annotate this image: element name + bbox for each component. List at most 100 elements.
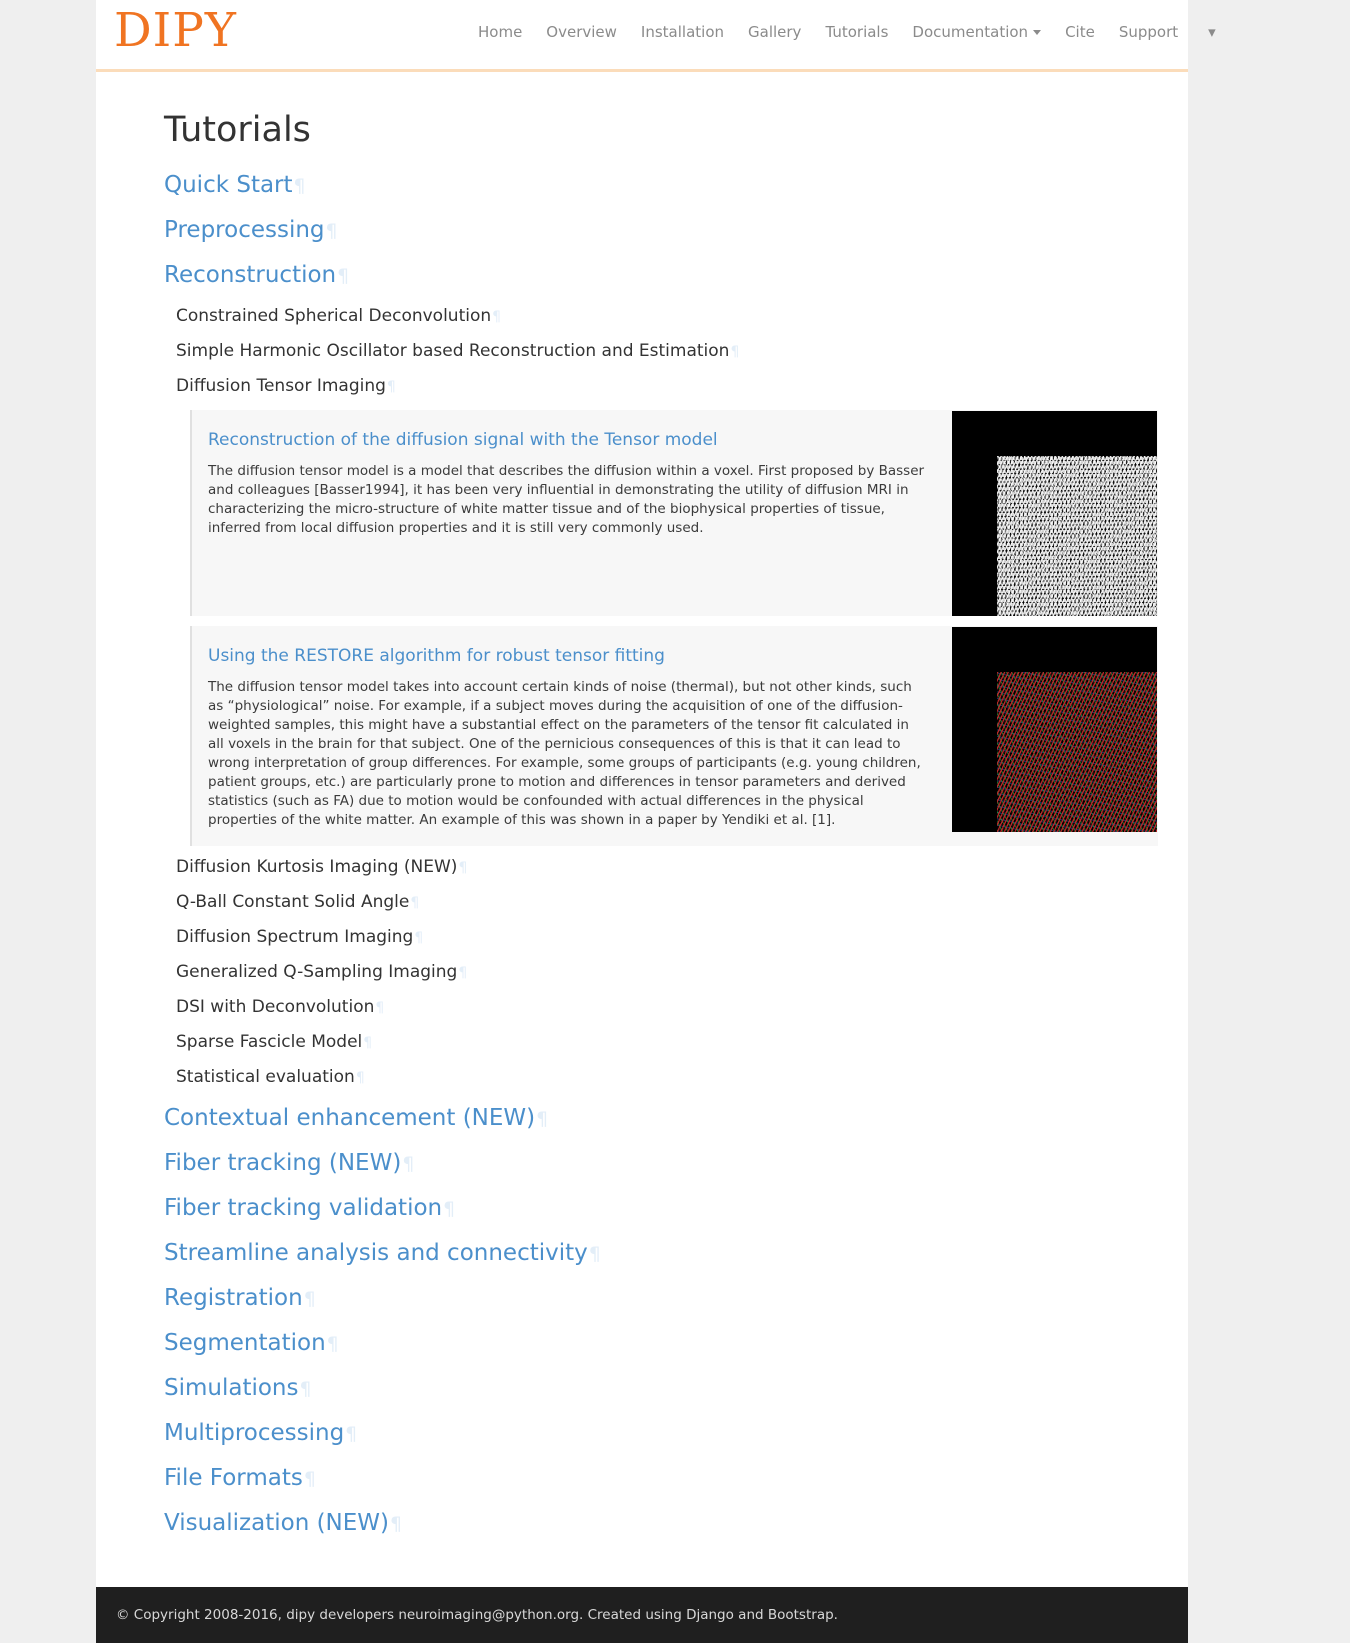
thumbnail-glyph-field (997, 672, 1157, 832)
anchor-pilcrow-icon[interactable]: ¶ (374, 1000, 384, 1016)
section-link-preprocessing[interactable]: Preprocessing¶ (164, 215, 1158, 246)
reconstruction-sublist-top: Constrained Spherical Deconvolution¶ Sim… (164, 305, 1158, 398)
section-label: Simulations (164, 1375, 299, 1401)
subsection-label: Generalized Q-Sampling Imaging (176, 962, 458, 982)
footer-copyright-text: © Copyright 2008-2016, dipy developers n… (116, 1607, 838, 1623)
anchor-pilcrow-icon[interactable]: ¶ (299, 1378, 312, 1400)
subsection-link-generalized-q-sampling-imaging[interactable]: Generalized Q-Sampling Imaging¶ (176, 961, 1158, 984)
nav-item-gallery[interactable]: Gallery (736, 22, 813, 42)
section-link-quick-start[interactable]: Quick Start¶ (164, 170, 1158, 201)
gallery-card-title[interactable]: Reconstruction of the diffusion signal w… (208, 428, 718, 452)
section-link-contextual-enhancement[interactable]: Contextual enhancement (NEW)¶ (164, 1103, 1158, 1134)
subsection-label: Sparse Fascicle Model (176, 1032, 363, 1052)
thumbnail-glyph-field (997, 456, 1157, 616)
anchor-pilcrow-icon[interactable]: ¶ (344, 1423, 357, 1445)
subsection-label: Simple Harmonic Oscillator based Reconst… (176, 341, 730, 361)
section-label: Streamline analysis and connectivity (164, 1240, 588, 1266)
subsection-link-sparse-fascicle-model[interactable]: Sparse Fascicle Model¶ (176, 1031, 1158, 1054)
content-inner: Tutorials Quick Start¶ Preprocessing¶ Re… (164, 108, 1158, 1539)
section-link-simulations[interactable]: Simulations¶ (164, 1373, 1158, 1404)
chevron-down-icon (1033, 30, 1042, 35)
nav-item-tutorials[interactable]: Tutorials (813, 22, 900, 42)
subsection-label: Constrained Spherical Deconvolution (176, 306, 492, 326)
nav-overflow-caret-icon[interactable]: ▾ (1200, 22, 1224, 42)
anchor-pilcrow-icon[interactable]: ¶ (326, 1333, 339, 1355)
section-link-fiber-tracking[interactable]: Fiber tracking (NEW)¶ (164, 1148, 1158, 1179)
section-link-fiber-tracking-validation[interactable]: Fiber tracking validation¶ (164, 1193, 1158, 1224)
nav-item-installation[interactable]: Installation (629, 22, 736, 42)
anchor-pilcrow-icon[interactable]: ¶ (362, 1035, 372, 1051)
anchor-pilcrow-icon[interactable]: ¶ (588, 1243, 601, 1265)
section-label: File Formats (164, 1465, 303, 1491)
anchor-pilcrow-icon[interactable]: ¶ (491, 309, 501, 325)
section-link-multiprocessing[interactable]: Multiprocessing¶ (164, 1418, 1158, 1449)
nav-item-documentation-label: Documentation (912, 23, 1029, 41)
gallery-card-thumbnail-tensor-ellipsoid-field-color[interactable] (952, 627, 1157, 832)
anchor-pilcrow-icon[interactable]: ¶ (336, 265, 349, 287)
section-link-registration[interactable]: Registration¶ (164, 1283, 1158, 1314)
anchor-pilcrow-icon[interactable]: ¶ (389, 1513, 402, 1535)
subsection-link-simple-harmonic-oscillator[interactable]: Simple Harmonic Oscillator based Reconst… (176, 340, 1158, 363)
anchor-pilcrow-icon[interactable]: ¶ (386, 379, 396, 395)
anchor-pilcrow-icon[interactable]: ¶ (303, 1468, 316, 1490)
nav-item-documentation[interactable]: Documentation (900, 22, 1053, 42)
anchor-pilcrow-icon[interactable]: ¶ (413, 930, 423, 946)
anchor-pilcrow-icon[interactable]: ¶ (303, 1288, 316, 1310)
anchor-pilcrow-icon[interactable]: ¶ (409, 895, 419, 911)
anchor-pilcrow-icon[interactable]: ¶ (442, 1198, 455, 1220)
section-link-streamline-analysis-and-connectivity[interactable]: Streamline analysis and connectivity¶ (164, 1238, 1158, 1269)
brand-logo-dipy[interactable]: DIPY (114, 2, 237, 60)
section-label: Fiber tracking validation (164, 1195, 443, 1221)
subsection-label: Diffusion Kurtosis Imaging (NEW) (176, 857, 458, 877)
section-label: Contextual enhancement (NEW) (164, 1105, 536, 1131)
anchor-pilcrow-icon[interactable]: ¶ (457, 965, 467, 981)
top-navigation-bar: DIPY Home Overview Installation Gallery … (96, 0, 1216, 72)
section-label: Registration (164, 1285, 303, 1311)
nav-item-overview[interactable]: Overview (534, 22, 629, 42)
gallery-card-description: The diffusion tensor model is a model th… (208, 463, 925, 536)
section-label: Preprocessing (164, 217, 325, 243)
section-label: Multiprocessing (164, 1420, 345, 1446)
subsection-link-constrained-spherical-deconvolution[interactable]: Constrained Spherical Deconvolution¶ (176, 305, 1158, 328)
gallery-card[interactable]: Using the RESTORE algorithm for robust t… (190, 626, 1158, 846)
anchor-pilcrow-icon[interactable]: ¶ (401, 1153, 414, 1175)
gallery-card-thumbnail-tensor-ellipsoid-field-grayscale[interactable] (952, 411, 1157, 616)
anchor-pilcrow-icon[interactable]: ¶ (355, 1070, 365, 1086)
gallery-card-title[interactable]: Using the RESTORE algorithm for robust t… (208, 644, 665, 668)
anchor-pilcrow-icon[interactable]: ¶ (457, 860, 467, 876)
section-link-file-formats[interactable]: File Formats¶ (164, 1463, 1158, 1494)
anchor-pilcrow-icon[interactable]: ¶ (325, 220, 338, 242)
gallery-card-description: The diffusion tensor model takes into ac… (208, 679, 921, 828)
subsection-link-diffusion-spectrum-imaging[interactable]: Diffusion Spectrum Imaging¶ (176, 926, 1158, 949)
section-label: Segmentation (164, 1330, 326, 1356)
subsection-link-q-ball-constant-solid-angle[interactable]: Q-Ball Constant Solid Angle¶ (176, 891, 1158, 914)
nav-item-cite[interactable]: Cite (1053, 22, 1107, 42)
section-label: Reconstruction (164, 262, 337, 288)
gallery-card-list: Reconstruction of the diffusion signal w… (190, 410, 1158, 846)
subsection-label: Diffusion Spectrum Imaging (176, 927, 414, 947)
subsection-link-statistical-evaluation[interactable]: Statistical evaluation¶ (176, 1066, 1158, 1089)
nav-item-home[interactable]: Home (466, 22, 534, 42)
subsection-link-diffusion-tensor-imaging[interactable]: Diffusion Tensor Imaging¶ (176, 375, 1158, 398)
anchor-pilcrow-icon[interactable]: ¶ (535, 1108, 548, 1130)
nav-links: Home Overview Installation Gallery Tutor… (466, 22, 1224, 42)
subsection-link-dsi-with-deconvolution[interactable]: DSI with Deconvolution¶ (176, 996, 1158, 1019)
reconstruction-sublist-bottom: Diffusion Kurtosis Imaging (NEW)¶ Q-Ball… (164, 856, 1158, 1089)
subsection-label: Statistical evaluation (176, 1067, 355, 1087)
gallery-card[interactable]: Reconstruction of the diffusion signal w… (190, 410, 1158, 616)
subsection-label: Diffusion Tensor Imaging (176, 376, 386, 396)
subsection-link-diffusion-kurtosis-imaging[interactable]: Diffusion Kurtosis Imaging (NEW)¶ (176, 856, 1158, 879)
section-link-reconstruction[interactable]: Reconstruction¶ (164, 260, 1158, 291)
page-container: DIPY Home Overview Installation Gallery … (96, 0, 1216, 1643)
section-link-segmentation[interactable]: Segmentation¶ (164, 1328, 1158, 1359)
section-label: Quick Start (164, 172, 293, 198)
nav-item-support[interactable]: Support (1107, 22, 1190, 42)
section-link-visualization[interactable]: Visualization (NEW)¶ (164, 1508, 1158, 1539)
section-label: Visualization (NEW) (164, 1510, 390, 1536)
page-footer: © Copyright 2008-2016, dipy developers n… (96, 1587, 1188, 1643)
subsection-label: DSI with Deconvolution (176, 997, 375, 1017)
anchor-pilcrow-icon[interactable]: ¶ (729, 344, 739, 360)
page-title: Tutorials (164, 110, 311, 150)
anchor-pilcrow-icon[interactable]: ¶ (293, 175, 306, 197)
subsection-label: Q-Ball Constant Solid Angle (176, 892, 410, 912)
